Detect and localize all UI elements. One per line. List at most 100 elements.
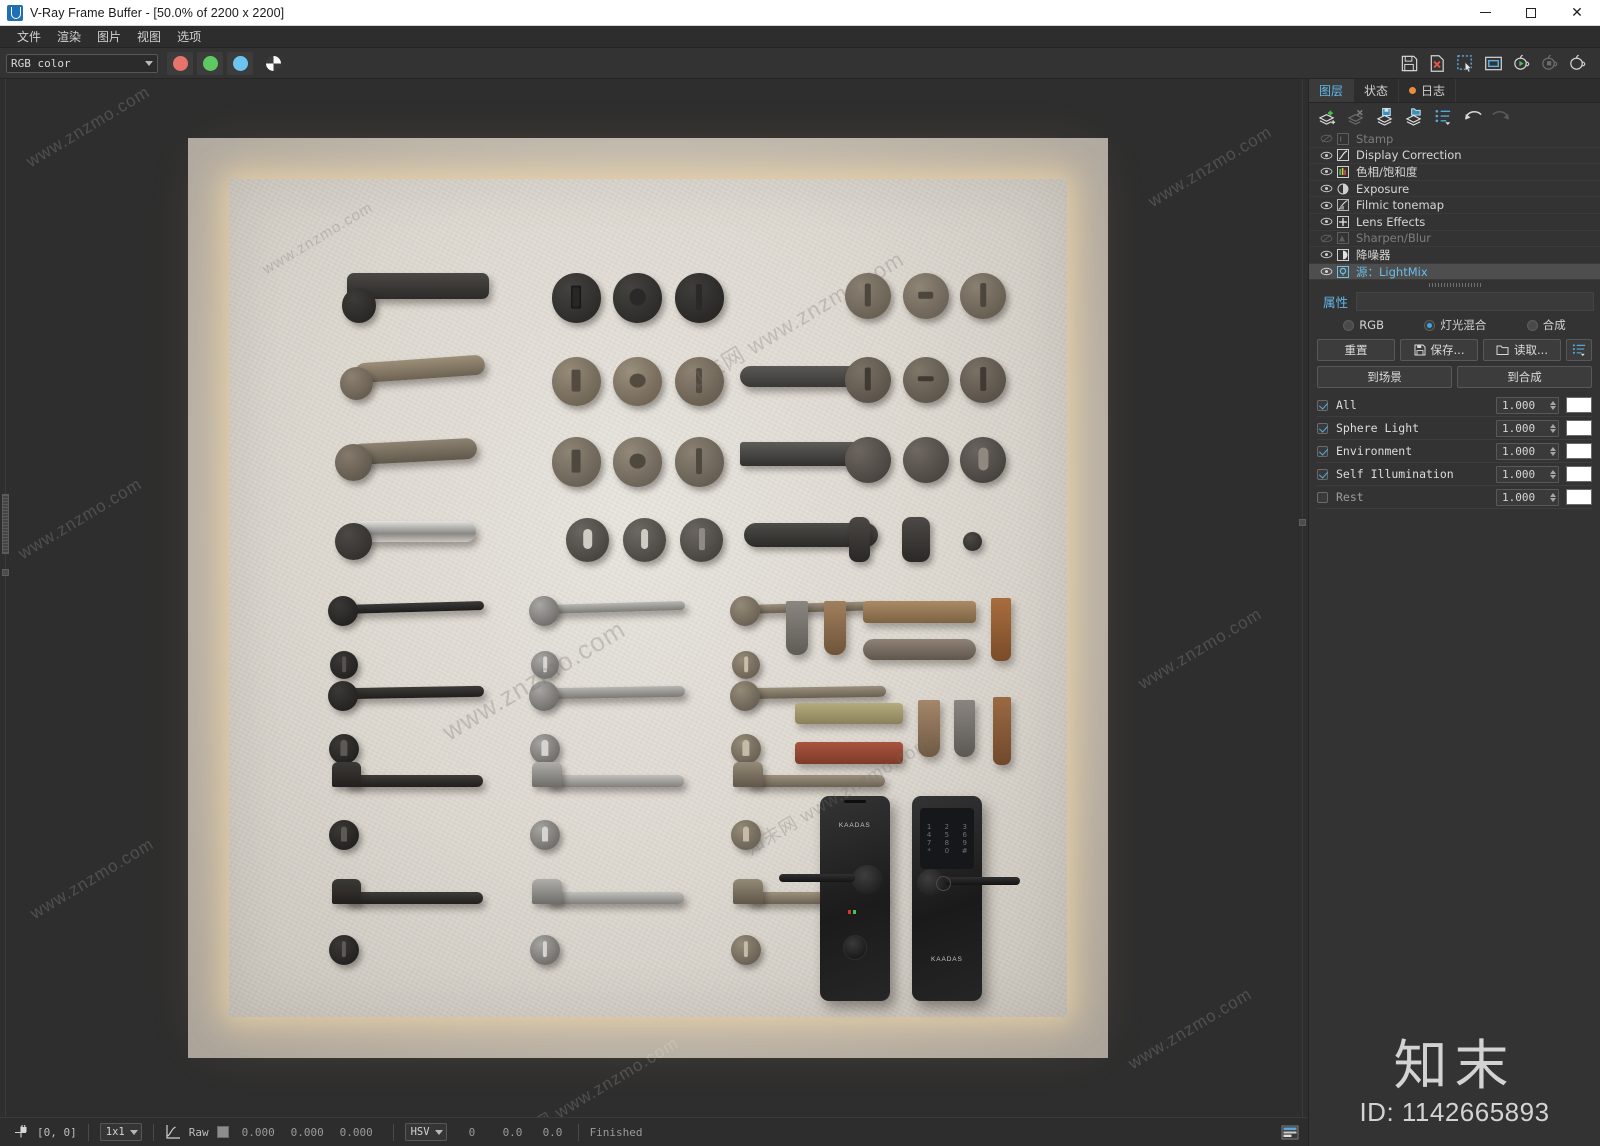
delete-layer-button[interactable] — [1343, 105, 1370, 129]
keypad-key[interactable]: 8 — [945, 839, 949, 847]
render-last-button[interactable] — [1565, 51, 1590, 75]
mode-rgb[interactable]: RGB — [1343, 318, 1384, 332]
lightmix-color-swatch[interactable] — [1566, 489, 1592, 506]
layer-row-display-correction[interactable]: Display Correction — [1309, 148, 1600, 165]
visibility-toggle[interactable] — [1317, 217, 1336, 226]
keypad-key[interactable]: # — [962, 847, 968, 855]
clear-image-button[interactable] — [1425, 51, 1450, 75]
keypad-key[interactable]: 1 — [927, 823, 931, 831]
stepper-arrows[interactable] — [1550, 400, 1556, 410]
alpha-channel-button[interactable] — [261, 52, 285, 75]
fit-view-button[interactable] — [1481, 51, 1506, 75]
keypad-key[interactable]: 6 — [962, 831, 966, 839]
layer-row-stamp[interactable]: Stamp — [1309, 131, 1600, 148]
menu-image[interactable]: 图片 — [89, 26, 129, 47]
layer-row-lens-effects[interactable]: Lens Effects — [1309, 214, 1600, 231]
channel-select-dropdown[interactable]: RGB color — [6, 53, 158, 73]
ruler-handle[interactable] — [2, 494, 9, 554]
save-button[interactable]: 保存... — [1400, 339, 1478, 362]
rendered-image[interactable]: KAADAS 1 2 3 4 5 6 7 8 9 * 0 # KAADAS ww… — [188, 138, 1108, 1058]
sample-size-dropdown[interactable]: 1x1 — [99, 1123, 142, 1141]
minimize-button[interactable] — [1462, 0, 1508, 26]
keypad-key[interactable]: 4 — [927, 831, 931, 839]
blue-channel-button[interactable] — [227, 51, 253, 75]
properties-menu-button[interactable] — [1566, 339, 1592, 362]
layer-row-exposure[interactable]: Exposure — [1309, 181, 1600, 198]
layer-presets-button[interactable] — [1430, 105, 1457, 129]
visibility-toggle[interactable] — [1317, 167, 1336, 176]
mode-lightmix[interactable]: 灯光混合 — [1424, 317, 1486, 333]
visibility-toggle[interactable] — [1317, 201, 1336, 210]
lightmix-color-swatch[interactable] — [1566, 397, 1592, 414]
lightmix-row-rest[interactable]: Rest 1.000 — [1317, 486, 1592, 510]
menu-render[interactable]: 渲染 — [49, 26, 89, 47]
color-curve-icon[interactable] — [165, 1124, 181, 1140]
tab-status[interactable]: 状态 — [1354, 79, 1400, 102]
lightmix-checkbox[interactable] — [1317, 445, 1328, 457]
load-button[interactable]: 读取... — [1483, 339, 1561, 362]
red-channel-button[interactable] — [167, 51, 193, 75]
visibility-toggle[interactable] — [1317, 134, 1336, 143]
visibility-toggle[interactable] — [1317, 151, 1336, 160]
menu-options[interactable]: 选项 — [169, 26, 209, 47]
lightmix-row-self-illumination[interactable]: Self Illumination 1.000 — [1317, 463, 1592, 487]
ruler-dot[interactable] — [2, 569, 9, 576]
stepper-arrows[interactable] — [1550, 469, 1556, 479]
to-composite-button[interactable]: 到合成 — [1457, 366, 1592, 389]
render-stop-button[interactable] — [1537, 51, 1562, 75]
lightmix-intensity-input[interactable]: 1.000 — [1496, 396, 1559, 414]
stepper-arrows[interactable] — [1550, 423, 1556, 433]
keypad-key[interactable]: * — [927, 847, 931, 855]
lightmix-row-all[interactable]: All 1.000 — [1317, 394, 1592, 418]
save-image-button[interactable] — [1397, 51, 1422, 75]
lightmix-color-swatch[interactable] — [1566, 443, 1592, 460]
save-layers-button[interactable] — [1372, 105, 1399, 129]
lightmix-color-swatch[interactable] — [1566, 466, 1592, 483]
stepper-arrows[interactable] — [1550, 492, 1556, 502]
close-button[interactable]: ✕ — [1554, 0, 1600, 26]
layer-row-denoiser[interactable]: 降噪器 — [1309, 247, 1600, 264]
lightmix-row-environment[interactable]: Environment 1.000 — [1317, 440, 1592, 464]
tab-layers[interactable]: 图层 — [1309, 79, 1355, 102]
lock-keypad[interactable]: 1 2 3 4 5 6 7 8 9 * 0 # — [920, 807, 974, 870]
keypad-key[interactable]: 0 — [945, 847, 949, 855]
keypad-key[interactable]: 9 — [962, 839, 966, 847]
panel-splitter[interactable] — [1309, 280, 1600, 291]
visibility-toggle[interactable] — [1317, 250, 1336, 259]
visibility-toggle[interactable] — [1317, 184, 1336, 193]
to-scene-button[interactable]: 到场景 — [1317, 366, 1452, 389]
visibility-toggle[interactable] — [1317, 234, 1336, 243]
keypad-key[interactable]: 7 — [927, 839, 931, 847]
lightmix-row-sphere-light[interactable]: Sphere Light 1.000 — [1317, 417, 1592, 441]
keypad-key[interactable]: 3 — [962, 823, 966, 831]
pixel-lock-icon[interactable] — [14, 1124, 28, 1140]
right-ruler-strip[interactable] — [1299, 79, 1308, 1117]
layer-row-sharpen-blur[interactable]: Sharpen/Blur — [1309, 231, 1600, 248]
menu-file[interactable]: 文件 — [9, 26, 49, 47]
region-select-button[interactable] — [1453, 51, 1478, 75]
toggle-panel-icon[interactable] — [1281, 1125, 1299, 1140]
color-swatch[interactable] — [216, 1126, 229, 1138]
ruler-dot[interactable] — [1299, 519, 1306, 526]
left-ruler-strip[interactable] — [0, 79, 11, 1117]
load-layers-button[interactable] — [1401, 105, 1428, 129]
lightmix-checkbox[interactable] — [1317, 422, 1328, 434]
properties-name-field[interactable] — [1356, 291, 1594, 311]
stepper-arrows[interactable] — [1550, 446, 1556, 456]
lightmix-checkbox[interactable] — [1317, 399, 1328, 411]
lightmix-intensity-input[interactable]: 1.000 — [1496, 442, 1559, 460]
render-canvas[interactable]: KAADAS 1 2 3 4 5 6 7 8 9 * 0 # KAADAS ww… — [0, 79, 1308, 1117]
reset-button[interactable]: 重置 — [1317, 339, 1395, 362]
lightmix-checkbox[interactable] — [1317, 491, 1328, 503]
undo-button[interactable] — [1459, 105, 1486, 129]
maximize-button[interactable] — [1508, 0, 1554, 26]
color-mode-dropdown[interactable]: HSV — [404, 1123, 447, 1141]
keypad-key[interactable]: 2 — [945, 823, 949, 831]
add-layer-button[interactable] — [1314, 105, 1341, 129]
layer-row-filmic-tonemap[interactable]: Filmic tonemap — [1309, 197, 1600, 214]
keypad-key[interactable]: 5 — [945, 831, 949, 839]
lightmix-checkbox[interactable] — [1317, 468, 1328, 480]
tab-log[interactable]: 日志 — [1399, 79, 1457, 102]
lightmix-intensity-input[interactable]: 1.000 — [1496, 465, 1559, 483]
render-start-button[interactable] — [1509, 51, 1534, 75]
